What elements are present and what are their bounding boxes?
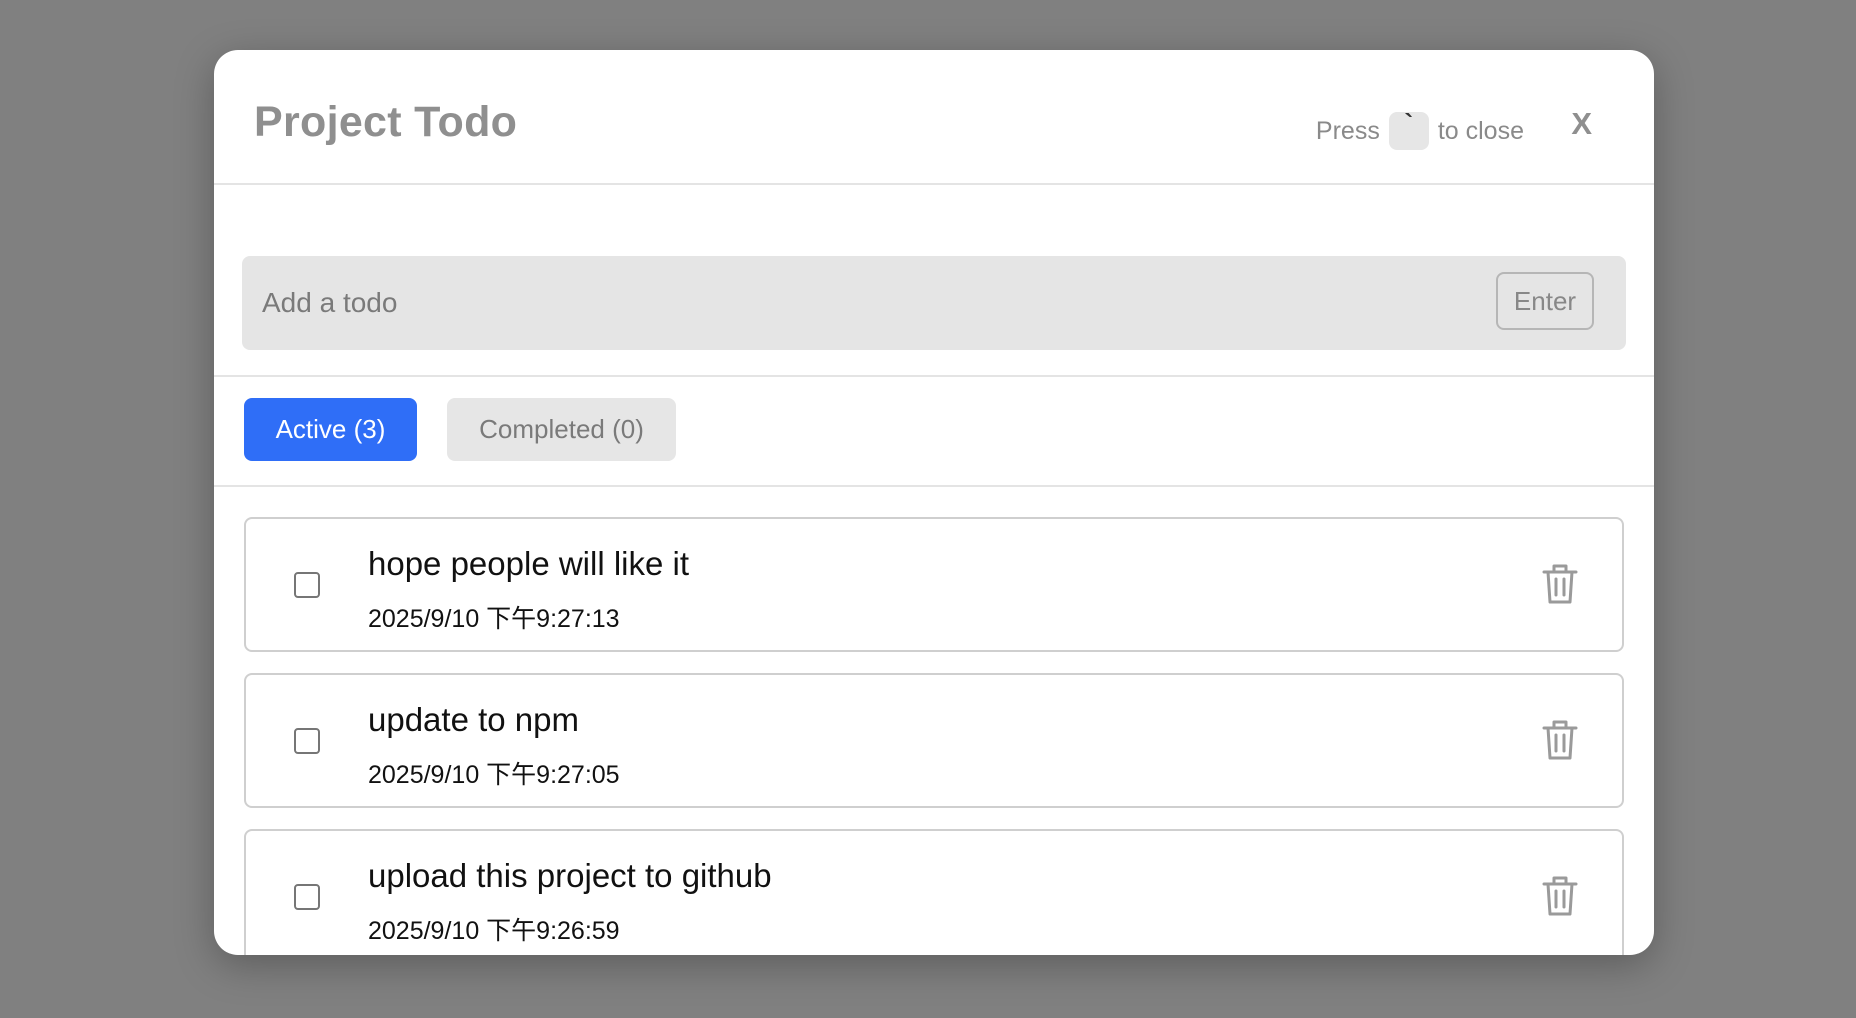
add-todo-input[interactable] (242, 256, 1442, 350)
todo-date: 2025/9/10 下午9:26:59 (368, 917, 620, 945)
todo-item: hope people will like it 2025/9/10 下午9:2… (244, 517, 1624, 652)
enter-button[interactable]: Enter (1496, 272, 1594, 330)
close-hint: Press ` to close (1315, 110, 1524, 150)
todo-checkbox[interactable] (294, 572, 320, 598)
backtick-key-badge: ` (1388, 110, 1429, 150)
todo-modal: Project Todo Press ` to close X Enter Ac… (214, 50, 1654, 955)
trash-icon[interactable] (1542, 563, 1578, 605)
tab-completed[interactable]: Completed (0) (447, 398, 676, 461)
close-button[interactable]: X (1571, 106, 1592, 142)
close-hint-suffix: to close (1437, 116, 1524, 145)
page-title: Project Todo (254, 98, 518, 146)
todo-text: update to npm (368, 701, 579, 738)
todo-date: 2025/9/10 下午9:27:13 (368, 605, 620, 633)
todo-checkbox[interactable] (294, 884, 320, 910)
modal-header: Project Todo Press ` to close X (214, 50, 1654, 185)
todo-list: hope people will like it 2025/9/10 下午9:2… (244, 517, 1624, 955)
add-todo-section: Enter (214, 185, 1654, 377)
tab-active[interactable]: Active (3) (244, 398, 417, 461)
todo-item: upload this project to github 2025/9/10 … (244, 829, 1624, 955)
todo-text: upload this project to github (368, 857, 772, 894)
todo-checkbox[interactable] (294, 728, 320, 754)
todo-item: update to npm 2025/9/10 下午9:27:05 (244, 673, 1624, 808)
add-todo-bar: Enter (242, 256, 1626, 350)
filter-tabs: Active (3) Completed (0) (214, 377, 1654, 487)
trash-icon[interactable] (1542, 719, 1578, 761)
todo-text: hope people will like it (368, 545, 690, 582)
todo-date: 2025/9/10 下午9:27:05 (368, 761, 620, 789)
close-hint-prefix: Press (1315, 116, 1380, 145)
trash-icon[interactable] (1542, 875, 1578, 917)
